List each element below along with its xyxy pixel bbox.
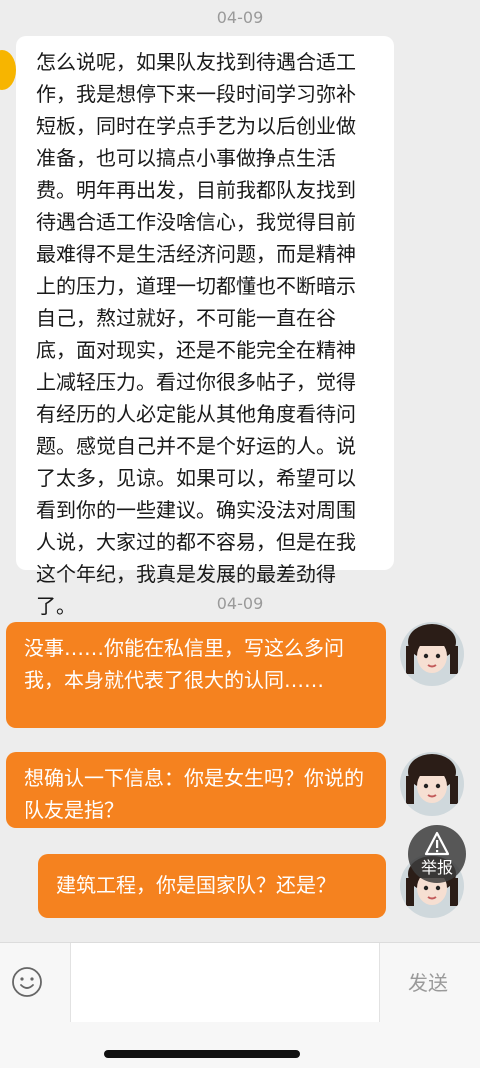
message-input[interactable] bbox=[70, 943, 380, 1023]
input-bar: 发送 bbox=[0, 942, 480, 1023]
outgoing-message-bubble[interactable]: 建筑工程，你是国家队？还是？ bbox=[38, 854, 386, 918]
message-text: 建筑工程，你是国家队？还是？ bbox=[56, 873, 336, 897]
my-avatar[interactable] bbox=[400, 752, 464, 816]
report-label: 举报 bbox=[420, 858, 453, 877]
outgoing-message-bubble[interactable]: 想确认一下信息：你是女生吗？你说的队友是指？ bbox=[6, 752, 386, 828]
emoji-icon[interactable] bbox=[10, 965, 44, 999]
bottom-safe-area bbox=[0, 1022, 480, 1068]
timestamp: 04-09 bbox=[216, 8, 264, 27]
home-indicator[interactable] bbox=[104, 1050, 300, 1058]
warning-icon bbox=[424, 831, 450, 856]
my-avatar[interactable] bbox=[400, 622, 464, 686]
report-button[interactable]: 举报 bbox=[408, 825, 466, 883]
message-text: 没事……你能在私信里，写这么多问我，本身就代表了很大的认同…… bbox=[24, 636, 344, 692]
timestamp: 04-09 bbox=[216, 594, 264, 613]
sender-avatar[interactable] bbox=[0, 50, 16, 90]
message-text: 怎么说呢，如果队友找到待遇合适工作，我是想停下来一段时间学习弥补短板，同时在学点… bbox=[36, 50, 356, 618]
send-button[interactable]: 发送 bbox=[390, 967, 466, 996]
outgoing-message-bubble[interactable]: 没事……你能在私信里，写这么多问我，本身就代表了很大的认同…… bbox=[6, 622, 386, 728]
message-text: 想确认一下信息：你是女生吗？你说的队友是指？ bbox=[24, 766, 364, 822]
incoming-message-bubble[interactable]: 怎么说呢，如果队友找到待遇合适工作，我是想停下来一段时间学习弥补短板，同时在学点… bbox=[16, 36, 394, 618]
